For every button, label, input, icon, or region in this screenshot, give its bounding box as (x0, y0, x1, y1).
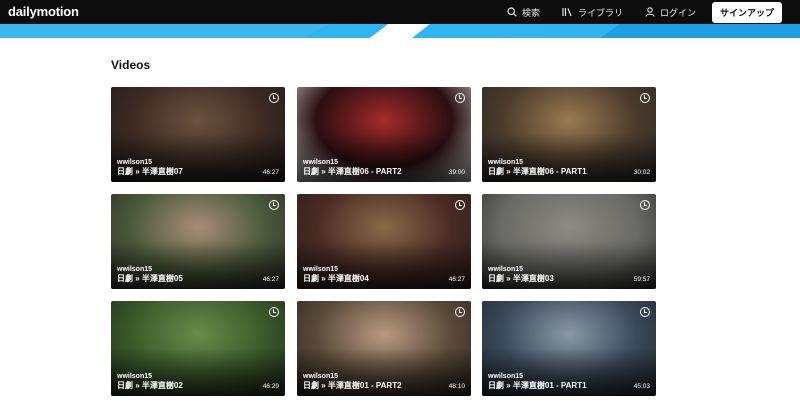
watch-later-icon[interactable] (269, 200, 279, 210)
video-title[interactable]: 日劇 » 半澤直樹01 - PART1 (488, 380, 587, 391)
header-nav: 検索 ライブラリ ログイン サインアップ (485, 0, 782, 24)
login-label: ログイン (659, 7, 696, 18)
watch-later-icon[interactable] (640, 200, 650, 210)
user-icon (645, 7, 655, 17)
video-card[interactable]: wwilson15 日劇 » 半澤直樹06 - PART1 30:02 (482, 87, 656, 182)
video-owner[interactable]: wwilson15 (117, 266, 152, 273)
video-owner[interactable]: wwilson15 (488, 373, 523, 380)
video-card[interactable]: wwilson15 日劇 » 半澤直樹03 59:57 (482, 194, 656, 289)
video-card[interactable]: wwilson15 日劇 » 半澤直樹01 - PART2 48:10 (297, 301, 471, 396)
video-duration: 46:27 (448, 276, 465, 283)
library-button[interactable]: ライブラリ (562, 6, 623, 19)
video-duration: 48:10 (448, 383, 465, 390)
watch-later-icon[interactable] (640, 307, 650, 317)
signup-button[interactable]: サインアップ (711, 1, 782, 23)
video-owner[interactable]: wwilson15 (303, 373, 338, 380)
watch-later-icon[interactable] (455, 93, 465, 103)
video-card[interactable]: wwilson15 日劇 » 半澤直樹05 46:27 (111, 194, 285, 289)
watch-later-icon[interactable] (269, 93, 279, 103)
video-duration: 45:03 (633, 383, 650, 390)
video-owner[interactable]: wwilson15 (303, 159, 338, 166)
dailymotion-logo[interactable]: dailymotion (8, 4, 79, 19)
video-title[interactable]: 日劇 » 半澤直樹01 - PART2 (303, 380, 402, 391)
video-owner[interactable]: wwilson15 (488, 266, 523, 273)
search-button[interactable]: 検索 (507, 6, 540, 19)
search-icon (507, 7, 517, 17)
watch-later-icon[interactable] (640, 93, 650, 103)
video-title[interactable]: 日劇 » 半澤直樹06 - PART1 (488, 166, 587, 177)
video-owner[interactable]: wwilson15 (117, 159, 152, 166)
video-duration: 30:02 (633, 169, 650, 176)
video-title[interactable]: 日劇 » 半澤直樹04 (303, 273, 369, 284)
video-owner[interactable]: wwilson15 (488, 159, 523, 166)
video-title[interactable]: 日劇 » 半澤直樹03 (488, 273, 554, 284)
video-card[interactable]: wwilson15 日劇 » 半澤直樹06 - PART2 39:00 (297, 87, 471, 182)
video-duration: 46:29 (262, 383, 279, 390)
login-button[interactable]: ログイン (645, 6, 696, 19)
video-owner[interactable]: wwilson15 (117, 373, 152, 380)
search-label: 検索 (521, 7, 540, 18)
video-title[interactable]: 日劇 » 半澤直樹07 (117, 166, 183, 177)
top-navigation-bar: dailymotion 検索 ライブラリ ログイン サインアップ (0, 0, 800, 24)
library-icon (562, 8, 572, 17)
video-duration: 46:27 (262, 276, 279, 283)
video-title[interactable]: 日劇 » 半澤直樹05 (117, 273, 183, 284)
video-duration: 46:27 (262, 169, 279, 176)
video-duration: 59:57 (633, 276, 650, 283)
banner-shape (600, 24, 800, 38)
library-label: ライブラリ (577, 7, 623, 18)
video-owner[interactable]: wwilson15 (303, 266, 338, 273)
video-card[interactable]: wwilson15 日劇 » 半澤直樹04 46:27 (297, 194, 471, 289)
banner-shape (0, 24, 330, 38)
section-title: Videos (111, 58, 151, 72)
video-title[interactable]: 日劇 » 半澤直樹06 - PART2 (303, 166, 402, 177)
watch-later-icon[interactable] (269, 307, 279, 317)
video-title[interactable]: 日劇 » 半澤直樹02 (117, 380, 183, 391)
video-duration: 39:00 (448, 169, 465, 176)
watch-later-icon[interactable] (455, 307, 465, 317)
watch-later-icon[interactable] (455, 200, 465, 210)
video-card[interactable]: wwilson15 日劇 » 半澤直樹01 - PART1 45:03 (482, 301, 656, 396)
video-card[interactable]: wwilson15 日劇 » 半澤直樹02 46:29 (111, 301, 285, 396)
decorative-banner (0, 24, 800, 38)
banner-shape (370, 24, 430, 38)
video-card[interactable]: wwilson15 日劇 » 半澤直樹07 46:27 (111, 87, 285, 182)
